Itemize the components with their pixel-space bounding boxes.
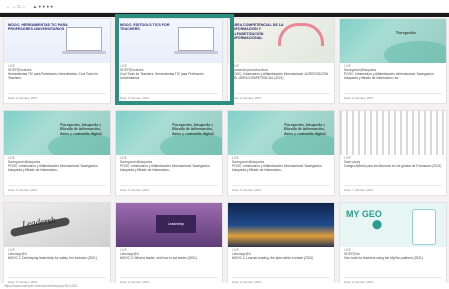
course-card[interactable]: Navegación, búsqueda y filtrado de infor…	[115, 110, 223, 196]
card-divider	[344, 93, 442, 94]
course-thumbnail[interactable]: MOOC: HERRAMIENTAS TIC PARA PROFESORES U…	[4, 19, 110, 63]
card-divider	[344, 185, 442, 186]
decorative-wave	[48, 133, 110, 155]
course-name[interactable]: Herramientas TIC para Profesores Univers…	[8, 72, 106, 81]
phone-icon	[412, 209, 436, 245]
course-meta: LIVE Navegación|Búsqueda POOC: Información…	[116, 155, 222, 175]
course-thumbnail[interactable]: ÁREA COMPETENCIAL DE LA INFORMACIÓN Y AL…	[228, 19, 334, 63]
card-divider	[8, 93, 106, 94]
course-grid: MOOC: HERRAMIENTAS TIC PARA PROFESORES U…	[0, 18, 449, 288]
course-meta: LIVE Data Lacey Colegio Abierto para los A…	[340, 155, 446, 171]
course-meta: LIVE Navegación|Búsqueda POOC: Información…	[228, 155, 334, 175]
thumbnail-title: Navegación, búsqueda y filtrado de infor…	[60, 122, 102, 136]
course-name[interactable]: POOC: Información y Alfabetización Infor…	[8, 164, 106, 173]
course-thumbnail[interactable]: MOOC: EDITOOLS TICS FOR TEACHERS	[116, 19, 222, 63]
course-name[interactable]: POOC: Información y Alfabetización Infor…	[120, 164, 218, 173]
card-divider	[8, 185, 106, 186]
site-header-bar	[0, 13, 449, 17]
decorative-wave	[384, 41, 446, 63]
thumbnail-title: Navegación, búsqueda y filtrado de infor…	[172, 122, 214, 136]
course-name[interactable]: POOC: Información y Alfabetización Infor…	[232, 72, 330, 81]
course-thumbnail[interactable]: ⬤ MY GEO	[340, 203, 446, 247]
course-date: Date: 8 January 2021	[120, 188, 150, 192]
course-thumbnail[interactable]: Navegación, búsqueda y filtrado de infor…	[4, 111, 110, 155]
course-thumbnail[interactable]: Leadership	[116, 203, 222, 247]
course-name[interactable]: Geo tools for teachers using the MyGeo p…	[344, 256, 442, 261]
decorative-wave	[272, 133, 334, 155]
card-divider	[232, 93, 330, 94]
thumbnail-title: Navegación	[396, 30, 416, 35]
course-card[interactable]: MOOC: HERRAMIENTAS TIC PARA PROFESORES U…	[3, 18, 111, 104]
course-card[interactable]: ÁREA COMPETENCIAL DE LA INFORMACIÓN Y AL…	[227, 18, 335, 104]
course-meta: LIVE Liderazgo|Ed MOOC 4: Learner-leading,…	[228, 247, 334, 263]
thumbnail-title: MOOC: EDITOOLS TICS FOR TEACHERS	[120, 23, 170, 32]
course-card[interactable]: Navegación LIVE Navegación|Búsqueda POOC: I…	[339, 18, 447, 104]
course-name[interactable]: MOOC 3: What is leader, and how to act l…	[120, 256, 218, 261]
course-date: Date: 8 January 2021	[8, 188, 38, 192]
course-name[interactable]: MOOC 2: Developing leadership for safety…	[8, 256, 106, 261]
status-bar: https://www.example.com/course/view.php?…	[0, 283, 449, 289]
laptop-illustration-icon	[62, 27, 106, 54]
browser-toolbar: ← → C ⌂ ▲ ● ● ● ●	[0, 0, 449, 13]
address-bar[interactable]: ▲ ● ● ● ●	[33, 4, 53, 9]
status-url: https://www.example.com/course/view.php?…	[4, 284, 78, 288]
card-divider	[344, 277, 442, 278]
course-date: Date: 8 January 2021	[232, 188, 262, 192]
course-date: Date: 8 January 2021	[120, 96, 150, 100]
course-name[interactable]: MOOC 4: Learner-leading, the plan within…	[232, 256, 330, 261]
thumbnail-title: ÁREA COMPETENCIAL DE LA INFORMACIÓN Y AL…	[232, 23, 284, 41]
course-meta: LIVE Liderazgo|Ed MOOC 3: What is leader, …	[116, 247, 222, 263]
course-thumbnail[interactable]: Navegación	[340, 19, 446, 63]
course-card[interactable]: Navegación, búsqueda y filtrado de infor…	[3, 110, 111, 196]
course-card[interactable]: LIVE Data Lacey Colegio Abierto para los A…	[339, 110, 447, 196]
card-divider	[120, 277, 218, 278]
course-name[interactable]: Colegio Abierto para los Alumnos en los …	[344, 164, 442, 169]
course-name[interactable]: POOC: Información y Alfabetización Infor…	[344, 72, 442, 81]
course-thumbnail[interactable]: Navegación, búsqueda y filtrado de infor…	[228, 111, 334, 155]
course-date: Date: 7 January 2021	[344, 188, 374, 192]
map-pin-icon: ⬤	[372, 219, 383, 229]
course-card[interactable]: Leadersh LIVE Liderazgo|Ed MOOC 2: Developi…	[3, 202, 111, 288]
course-thumbnail[interactable]: Navegación, búsqueda y filtrado de infor…	[116, 111, 222, 155]
course-card[interactable]: Leadership LIVE Liderazgo|Ed MOOC 3: What i…	[115, 202, 223, 288]
course-meta: LIVE Formación|Lectoescritura POOC: Inform…	[228, 63, 334, 83]
laptop-illustration-icon	[174, 27, 218, 54]
card-divider	[232, 277, 330, 278]
course-card[interactable]: LIVE Liderazgo|Ed MOOC 4: Learner-leading,…	[227, 202, 335, 288]
course-date: Date: 8 January 2021	[8, 96, 38, 100]
course-thumbnail[interactable]	[228, 203, 334, 247]
card-divider	[232, 185, 330, 186]
thumbnail-title: MOOC: HERRAMIENTAS TIC PARA PROFESORES U…	[8, 23, 68, 32]
course-name[interactable]: Cool Tools for Teachers: Herramientas TI…	[120, 72, 218, 81]
browser-nav-icons[interactable]: ← → C ⌂	[6, 4, 25, 9]
course-card[interactable]: ⬤ MY GEO LIVE INTEF|Geo Geo tools for teache…	[339, 202, 447, 288]
course-meta: LIVE INTEF|Docentes Cool Tools for Teacher…	[116, 63, 222, 83]
course-thumbnail[interactable]	[340, 111, 446, 155]
thumbnail-title: MY GEO	[346, 209, 382, 219]
course-card[interactable]: Navegación, búsqueda y filtrado de infor…	[227, 110, 335, 196]
course-meta: LIVE Navegación|Búsqueda POOC: Información…	[340, 63, 446, 83]
course-meta: LIVE INTEF|Geo Geo tools for teachers usin…	[340, 247, 446, 263]
course-date: Date: 8 January 2021	[344, 96, 374, 100]
course-meta: LIVE Liderazgo|Ed MOOC 2: Developing leade…	[4, 247, 110, 263]
card-divider	[8, 277, 106, 278]
course-thumbnail[interactable]: Leadersh	[4, 203, 110, 247]
card-divider	[120, 185, 218, 186]
course-meta: LIVE INTEF|Docentes Herramientas TIC para …	[4, 63, 110, 83]
decorative-wave	[160, 133, 222, 155]
course-card[interactable]: MOOC: EDITOOLS TICS FOR TEACHERS LIVE INTE…	[115, 18, 223, 104]
course-name[interactable]: POOC: Información y Alfabetización Infor…	[232, 164, 330, 173]
thumbnail-title: Navegación, búsqueda y filtrado de infor…	[284, 122, 326, 136]
course-date: Date: 8 January 2021	[232, 96, 262, 100]
card-divider	[120, 93, 218, 94]
thumbnail-title: Leadership	[156, 215, 196, 233]
course-meta: LIVE Navegación|Búsqueda POOC: Información…	[4, 155, 110, 175]
